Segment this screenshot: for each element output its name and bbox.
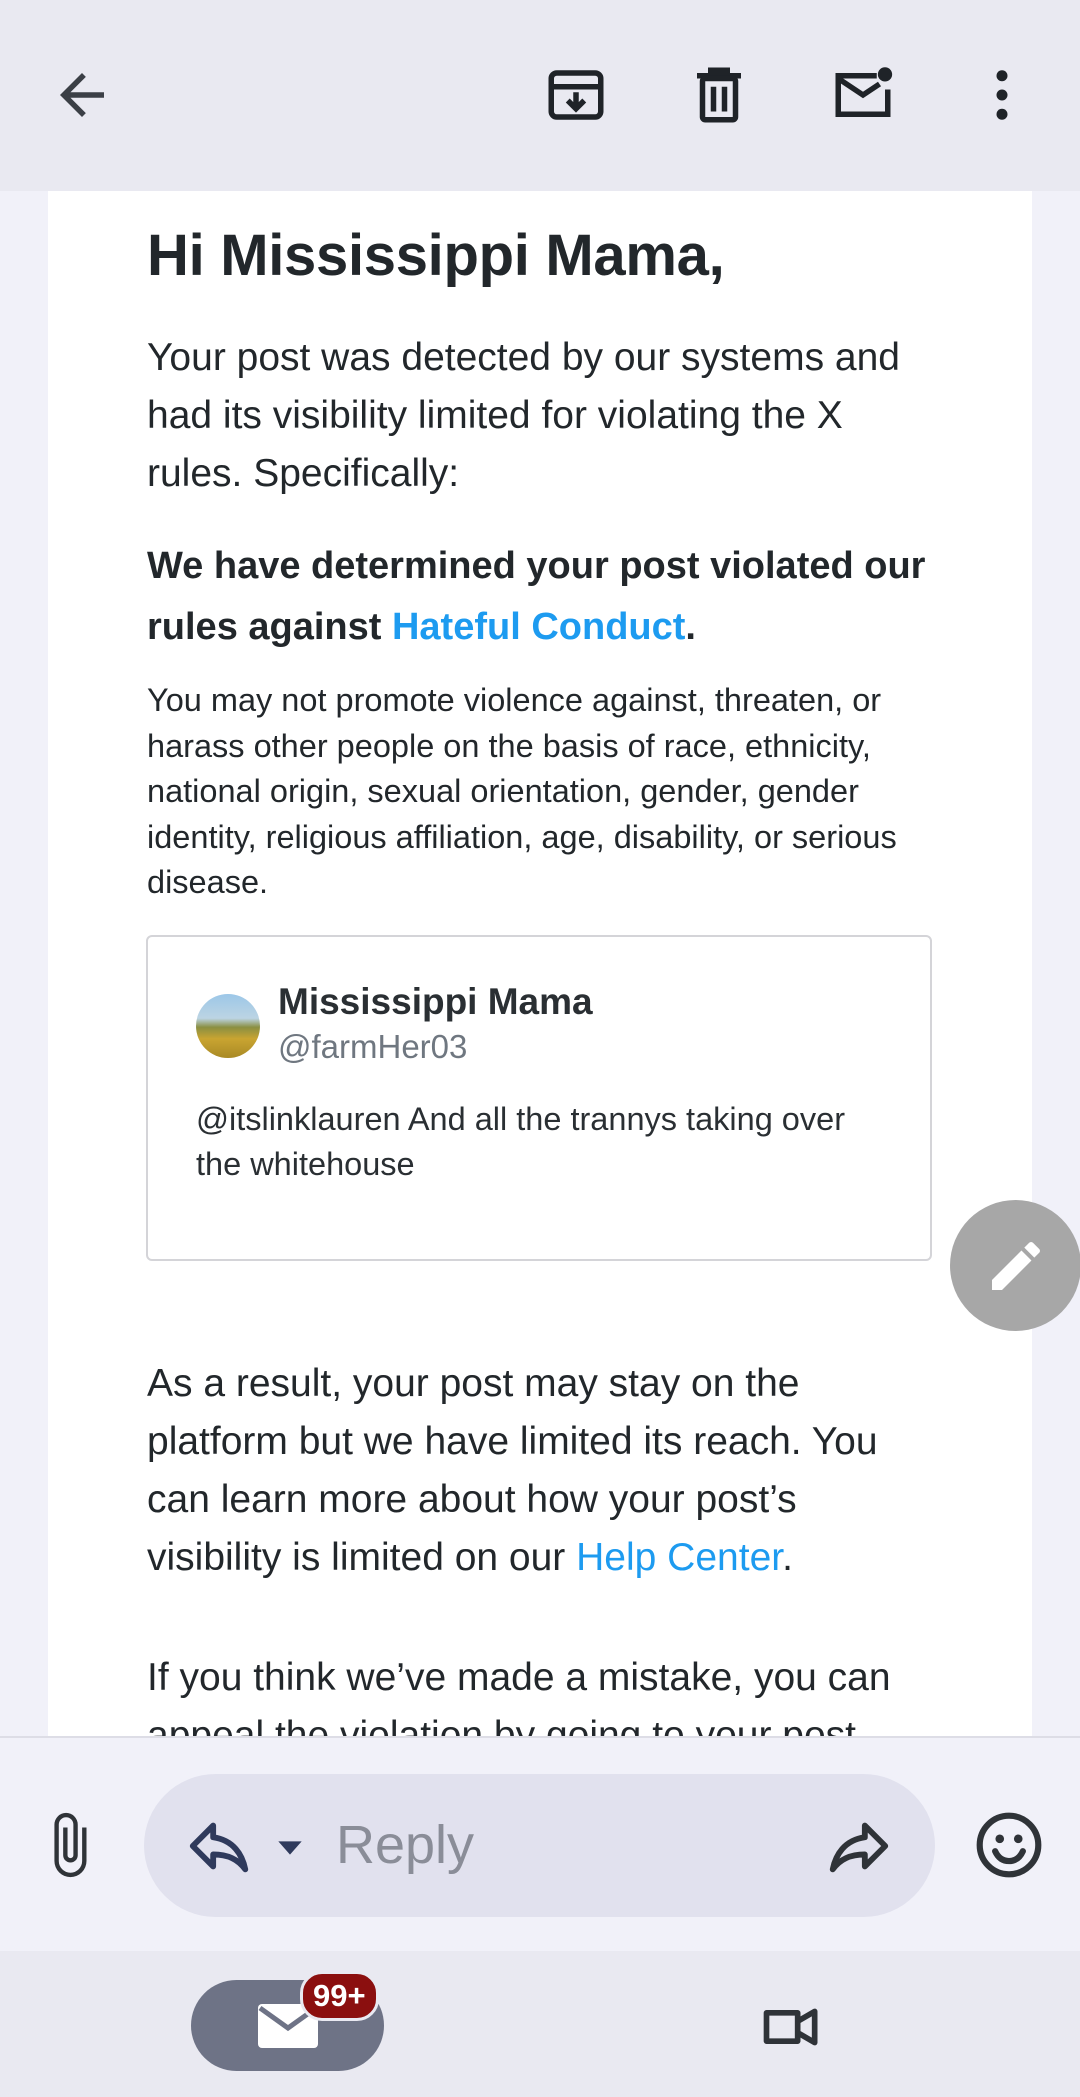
quoted-post-card[interactable]: Mississippi Mama @farmHer03 @itslinklaur… [146,935,932,1261]
back-arrow-icon [60,73,104,117]
hateful-conduct-link[interactable]: Hateful Conduct [392,606,685,648]
reply-field[interactable]: Reply [144,1774,935,1917]
archive-icon [548,70,604,120]
compose-button[interactable] [950,1200,1080,1331]
back-button[interactable] [32,45,132,145]
chevron-down-icon[interactable] [270,1828,310,1868]
result-paragraph: As a result, your post may stay on the p… [147,1355,937,1587]
unread-count-badge: 99+ [300,1971,379,2021]
help-center-link[interactable]: Help Center [576,1536,782,1579]
post-author-handle: @farmHer03 [278,1028,468,1065]
reply-icon[interactable] [184,1811,254,1881]
delete-button[interactable] [669,45,769,145]
forward-icon[interactable] [824,1811,894,1881]
email-body: Hi Mississippi Mama, Your post was detec… [48,191,1032,1736]
archive-button[interactable] [526,45,626,145]
post-text: @itslinklauren And all the trannys takin… [196,1101,846,1182]
email-greeting: Hi Mississippi Mama, [147,223,725,288]
more-vert-icon [996,70,1008,120]
more-options-button[interactable] [952,45,1052,145]
bottom-navigation: 99+ [0,1951,1080,2097]
intro-paragraph: Your post was detected by our systems an… [147,336,900,495]
top-app-bar [0,0,1080,191]
meet-video-icon[interactable] [758,1993,826,2061]
post-author-name: Mississippi Mama [278,981,593,1022]
violation-statement: We have determined your post violated ou… [147,536,937,658]
pencil-icon [991,1241,1040,1290]
reply-placeholder: Reply [336,1815,475,1875]
attachment-icon[interactable] [34,1810,104,1880]
reply-bar: Reply [0,1736,1080,1951]
appeal-paragraph: If you think we’ve made a mistake, you c… [147,1656,891,1736]
avatar [196,994,260,1058]
violation-suffix: . [685,606,696,648]
mark-unread-button[interactable] [813,45,913,145]
emoji-icon[interactable] [972,1808,1046,1882]
trash-icon [697,67,741,123]
result-suffix: . [782,1536,793,1579]
mail-unread-icon [835,67,893,117]
policy-text: You may not promote violence against, th… [147,682,897,900]
